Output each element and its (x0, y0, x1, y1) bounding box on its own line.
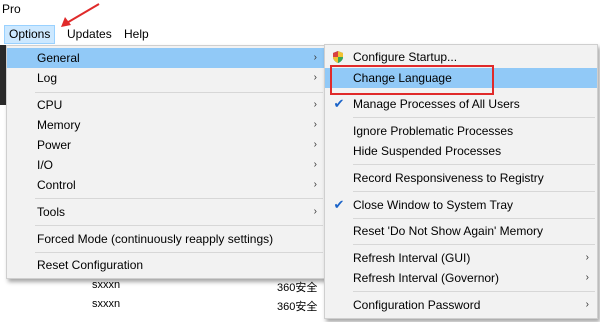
menu-item-label: Memory (37, 118, 81, 132)
chevron-right-icon: › (313, 72, 317, 83)
menu-item-label: CPU (37, 98, 63, 112)
menu-item-memory[interactable]: Memory › (7, 115, 325, 135)
menu-item-label: I/O (37, 158, 54, 172)
menu-item-label: Forced Mode (continuously reapply settin… (37, 232, 274, 246)
window-title: Pro (2, 2, 21, 16)
checkmark-icon: ✔ (333, 197, 345, 212)
menu-separator (353, 117, 595, 118)
chevron-right-icon: › (313, 159, 317, 170)
checkmark-icon: ✔ (333, 96, 345, 111)
menu-item-cpu[interactable]: CPU › (7, 95, 325, 115)
menu-item-reset-configuration[interactable]: Reset Configuration (7, 255, 325, 275)
process-description: 360安全 (277, 301, 318, 313)
menu-item-manage-processes-all-users[interactable]: ✔ Manage Processes of All Users (325, 94, 597, 114)
menu-separator (35, 92, 323, 93)
menu-item-label: Control (37, 178, 76, 192)
menu-options[interactable]: Options (4, 25, 56, 44)
menu-separator (353, 218, 595, 219)
menu-item-refresh-interval-gui[interactable]: Refresh Interval (GUI) › (325, 248, 597, 268)
menu-item-label: Power (37, 138, 72, 152)
chevron-right-icon: › (313, 119, 317, 130)
chevron-right-icon: › (313, 139, 317, 150)
menu-item-general[interactable]: General › (7, 48, 325, 68)
process-description: 360安全 (277, 282, 318, 294)
menu-item-label: Refresh Interval (Governor) (353, 271, 500, 285)
menu-item-refresh-interval-governor[interactable]: Refresh Interval (Governor) › (325, 268, 597, 288)
menu-separator (35, 225, 323, 226)
menu-item-hide-suspended-processes[interactable]: Hide Suspended Processes (325, 141, 597, 161)
menu-item-label: Configuration Password (353, 298, 481, 312)
menu-item-label: Reset 'Do Not Show Again' Memory (353, 224, 543, 238)
menu-separator (353, 164, 595, 165)
menu-separator (35, 198, 323, 199)
menu-item-label: Refresh Interval (GUI) (353, 251, 471, 265)
menu-item-configuration-password[interactable]: Configuration Password › (325, 295, 597, 315)
process-user: sxxxn (92, 298, 121, 310)
menu-item-label: Record Responsiveness to Registry (353, 171, 544, 185)
menu-separator (353, 291, 595, 292)
menu-item-label: Configure Startup... (353, 50, 458, 64)
chevron-right-icon: › (585, 272, 589, 283)
menu-updates[interactable]: Updates (63, 26, 116, 43)
menu-help[interactable]: Help (120, 26, 153, 43)
chevron-right-icon: › (313, 206, 317, 217)
chevron-right-icon: › (585, 299, 589, 310)
menu-item-log[interactable]: Log › (7, 68, 325, 88)
menu-item-record-responsiveness[interactable]: Record Responsiveness to Registry (325, 168, 597, 188)
menu-item-ignore-problematic-processes[interactable]: Ignore Problematic Processes (325, 121, 597, 141)
menu-item-label: Log (37, 71, 58, 85)
menu-item-label: Close Window to System Tray (353, 198, 514, 212)
menu-item-power[interactable]: Power › (7, 135, 325, 155)
chevron-right-icon: › (313, 52, 317, 63)
menu-item-reset-do-not-show-again[interactable]: Reset 'Do Not Show Again' Memory (325, 221, 597, 241)
options-menu: General › Log › CPU › Memory › Power › I… (6, 45, 326, 279)
chevron-right-icon: › (313, 99, 317, 110)
menu-item-close-window-to-tray[interactable]: ✔ Close Window to System Tray (325, 195, 597, 215)
menu-item-tools[interactable]: Tools › (7, 202, 325, 222)
annotation-highlight-box (330, 65, 494, 95)
menu-item-control[interactable]: Control › (7, 175, 325, 195)
menu-item-label: Reset Configuration (37, 258, 144, 272)
menu-item-configure-startup[interactable]: Configure Startup... (325, 47, 597, 67)
menu-item-label: Hide Suspended Processes (353, 144, 502, 158)
menu-separator (353, 191, 595, 192)
menu-item-label: General (37, 51, 80, 65)
chevron-right-icon: › (585, 252, 589, 263)
menu-separator (353, 244, 595, 245)
menu-item-label: Manage Processes of All Users (353, 97, 520, 111)
menu-bar: Options Updates Help (0, 25, 600, 45)
shield-icon (333, 51, 343, 63)
menu-separator (35, 252, 323, 253)
menu-item-io[interactable]: I/O › (7, 155, 325, 175)
menu-item-label: Ignore Problematic Processes (353, 124, 514, 138)
menu-item-label: Tools (37, 205, 66, 219)
menu-item-forced-mode[interactable]: Forced Mode (continuously reapply settin… (7, 229, 325, 249)
chevron-right-icon: › (313, 179, 317, 190)
process-user: sxxxn (92, 279, 121, 291)
